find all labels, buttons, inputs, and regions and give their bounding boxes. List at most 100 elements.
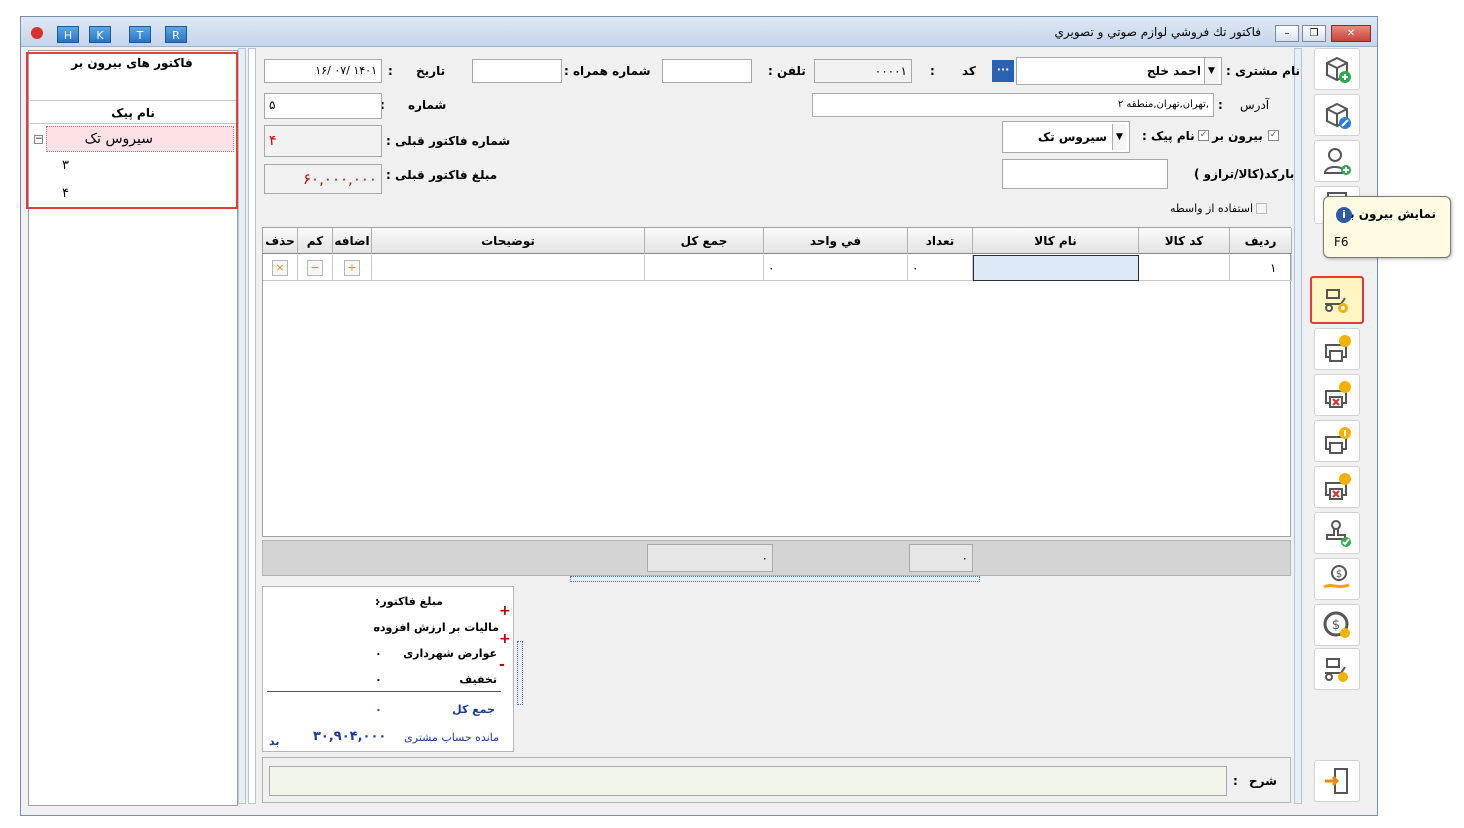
svg-text:$: $	[1336, 569, 1342, 580]
plus-sign-icon: +	[499, 631, 511, 647]
vat-value: ۰	[375, 621, 382, 634]
notes-colon: :	[1233, 774, 1238, 788]
box-edit-icon	[1326, 102, 1351, 129]
tooltip-shortcut: F6	[1334, 235, 1349, 249]
delivery-report-button[interactable]	[1314, 648, 1360, 690]
outgoing-checkbox[interactable]: ✓	[1268, 130, 1279, 141]
summary-splitter[interactable]	[570, 576, 980, 582]
tooltip-title: نمایش بیرون بر	[1342, 207, 1436, 221]
table-row-total[interactable]	[645, 255, 764, 281]
mobile-field[interactable]	[472, 59, 562, 83]
hotkey-r-button[interactable]: R	[165, 26, 187, 43]
date-label: تاریخ	[416, 64, 446, 78]
code-field[interactable]: ۰۰۰۰۱	[814, 59, 912, 83]
splitter-right[interactable]	[248, 48, 256, 804]
courier-checkbox[interactable]: ✓	[1198, 130, 1209, 141]
col-header-notes[interactable]: توضیحات	[372, 228, 645, 254]
hotkey-k-button[interactable]: K	[89, 26, 111, 43]
tree-item-invoice[interactable]: ۳	[62, 158, 69, 173]
column-header-courier[interactable]: نام پیک	[30, 100, 236, 124]
customer-dropdown-icon[interactable]: ▼	[1204, 58, 1218, 84]
customer-combobox[interactable]: احمد خلج	[1016, 57, 1222, 85]
outgoing-label: بیرون بر	[1212, 129, 1263, 143]
cash-balance-button[interactable]: $	[1314, 604, 1360, 646]
table-row-index[interactable]: ۱	[1230, 255, 1292, 281]
notes-input[interactable]	[269, 766, 1227, 796]
add-customer-button[interactable]	[1314, 140, 1360, 182]
col-header-qty[interactable]: تعداد	[908, 228, 973, 254]
restore-button[interactable]: ❐	[1302, 25, 1326, 42]
new-invoice-button[interactable]	[1314, 48, 1360, 90]
show-outgoing-button[interactable]	[1310, 276, 1364, 324]
municipal-value: ۰	[375, 647, 382, 660]
notes-label: شرح	[1249, 774, 1277, 788]
intermediary-label: استفاده از واسطه	[1170, 202, 1254, 215]
exit-button[interactable]	[1314, 760, 1360, 802]
intermediary-checkbox[interactable]	[1256, 203, 1267, 214]
col-header-code[interactable]: کد کالا	[1139, 228, 1230, 254]
cancel-print-button[interactable]	[1314, 374, 1360, 416]
hotkey-t-button[interactable]: T	[129, 26, 151, 43]
col-header-decrease[interactable]: کم	[298, 228, 333, 254]
title-bar: H K T R فاكتور تك فروشي لوازم صوتي و تصو…	[21, 17, 1377, 47]
prev-invoice-number-field: ۴	[264, 125, 382, 157]
plus-sign-icon: +	[499, 603, 511, 619]
cancel-receipt-button[interactable]	[1314, 466, 1360, 508]
splitter-left[interactable]	[238, 48, 246, 804]
tree-item-invoice[interactable]: ۴	[62, 186, 69, 201]
grand-total-label: جمع کل	[452, 703, 495, 716]
stamp-check-icon	[1326, 520, 1351, 547]
col-header-unit-price[interactable]: في واحد	[764, 228, 908, 254]
summary-divider	[267, 691, 501, 692]
balance-value: ۳۰,۹۰۴,۰۰۰	[313, 729, 387, 744]
col-header-row[interactable]: ردیف	[1230, 228, 1292, 254]
minimize-button[interactable]: –	[1275, 25, 1299, 42]
table-row-add-cell: +	[333, 255, 372, 281]
phone-field[interactable]	[662, 59, 752, 83]
date-colon: :	[388, 64, 393, 78]
print-invoice-button[interactable]	[1314, 328, 1360, 370]
print-receipt-button[interactable]	[1314, 420, 1360, 462]
col-header-name[interactable]: نام کالا	[973, 228, 1139, 254]
table-row-code[interactable]	[1139, 255, 1230, 281]
printer-receipt-cancel-icon	[1325, 473, 1351, 500]
address-colon: :	[1218, 98, 1223, 112]
courier-combobox[interactable]: سیروس تک	[1002, 121, 1130, 153]
tree-group-courier[interactable]: سیروس تک	[46, 126, 234, 152]
plus-icon[interactable]: +	[344, 260, 360, 276]
barcode-label: بارکد(کالا/ترازو )	[1194, 167, 1295, 181]
table-row-name[interactable]	[973, 255, 1139, 281]
barcode-field[interactable]	[1002, 159, 1168, 189]
hand-coin-icon: $	[1323, 565, 1350, 589]
col-header-total[interactable]: جمع کل	[645, 228, 764, 254]
minus-sign-icon: -	[499, 657, 505, 673]
summary-side-splitter[interactable]	[517, 641, 523, 705]
col-header-add[interactable]: اضافه	[333, 228, 372, 254]
approve-stamp-button[interactable]	[1314, 512, 1360, 554]
total-qty-field: ۰	[909, 544, 973, 572]
total-amount-field: ۰	[647, 544, 773, 572]
table-row-qty[interactable]: ۰	[908, 255, 973, 281]
coin-clock-icon: $	[1323, 611, 1350, 638]
minus-icon[interactable]: −	[307, 260, 323, 276]
code-colon: :	[930, 64, 935, 78]
courier-dropdown-icon[interactable]: ▼	[1112, 124, 1126, 150]
delete-icon[interactable]: ×	[272, 260, 288, 276]
invoice-number-field[interactable]: ۵	[264, 93, 382, 119]
address-field[interactable]: تهران,تهران,منطقه ۲,	[812, 93, 1214, 117]
municipal-label: عوارض شهرداری	[403, 647, 497, 660]
edit-invoice-button[interactable]	[1314, 94, 1360, 136]
hotkey-h-button[interactable]: H	[57, 26, 79, 43]
exit-door-icon	[1325, 768, 1348, 794]
customer-search-button[interactable]: ···	[992, 60, 1014, 82]
close-button[interactable]: ✕	[1331, 25, 1371, 42]
table-row-unit-price[interactable]: ۰	[764, 255, 908, 281]
tree-collapse-icon[interactable]: −	[34, 135, 43, 144]
prev-invoice-amount-field: ۶۰,۰۰۰,۰۰۰	[264, 164, 382, 194]
date-field[interactable]: ۱۴۰۱ /۰۷ /۱۶	[264, 59, 382, 83]
col-header-delete[interactable]: حذف	[263, 228, 298, 254]
payment-button[interactable]: $	[1314, 558, 1360, 600]
table-row-notes[interactable]	[372, 255, 645, 281]
invoice-amount-label: مبلغ فاکتور	[380, 595, 443, 608]
prev-invoice-number-value: ۴	[269, 133, 277, 149]
